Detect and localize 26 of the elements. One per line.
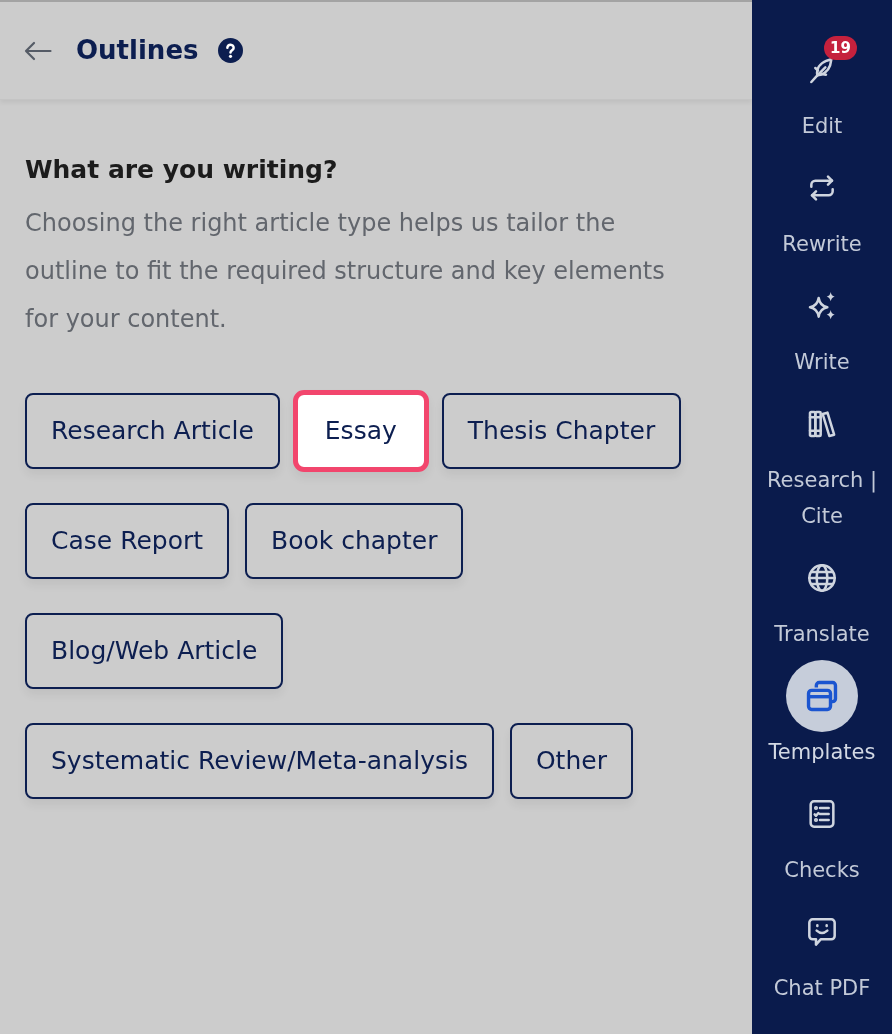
sidebar-item[interactable]: 19 Edit bbox=[754, 34, 890, 144]
article-type-option[interactable]: Thesis Chapter bbox=[441, 392, 682, 469]
sidebar-item[interactable]: Checks bbox=[754, 794, 890, 888]
sidebar-item[interactable]: Chat PDF bbox=[754, 912, 890, 1006]
smiley-chat-icon bbox=[806, 916, 838, 948]
sidebar-item[interactable]: Write bbox=[754, 286, 890, 380]
article-type-option[interactable]: Research Article bbox=[25, 392, 280, 469]
globe-icon bbox=[806, 562, 838, 594]
article-type-option[interactable]: Case Report bbox=[25, 502, 229, 579]
sidebar-item[interactable]: Translate bbox=[754, 558, 890, 652]
sidebar-item[interactable]: Templates bbox=[754, 660, 890, 770]
article-type-option[interactable]: Blog/Web Article bbox=[25, 612, 284, 689]
article-type-option[interactable]: Book chapter bbox=[245, 502, 464, 579]
article-type-option[interactable]: Systematic Review/Meta-analysis bbox=[25, 722, 494, 799]
help-icon[interactable] bbox=[218, 38, 244, 63]
section-heading: What are you writing? bbox=[25, 154, 339, 186]
panel-title: Outlines bbox=[76, 34, 199, 67]
checklist-icon bbox=[806, 798, 838, 830]
article-type-option[interactable]: Essay bbox=[292, 389, 429, 472]
sidebar-item[interactable]: Rewrite bbox=[754, 168, 890, 262]
sidebar-item[interactable]: Research | Cite bbox=[754, 404, 890, 534]
back-arrow-icon[interactable] bbox=[24, 40, 52, 61]
books-icon bbox=[806, 408, 838, 440]
section-description: Choosing the right article type helps us tailor the outline to fit the required structure and key elements for your content. bbox=[25, 207, 666, 335]
notification-count: 19 bbox=[824, 36, 857, 60]
article-type-option[interactable]: Other bbox=[509, 722, 633, 799]
